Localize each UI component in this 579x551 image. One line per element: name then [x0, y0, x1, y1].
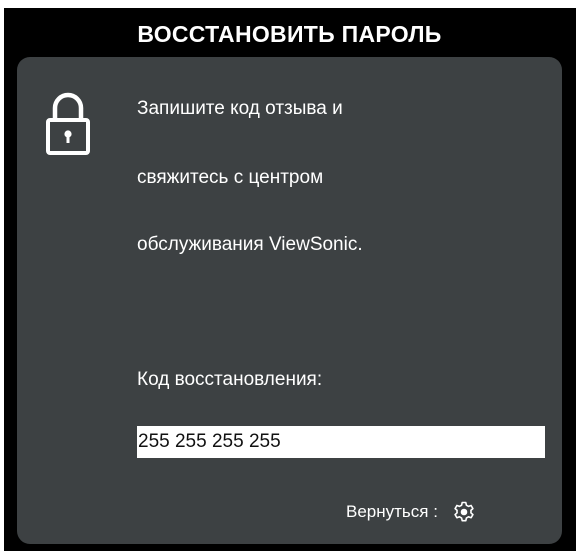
recovery-code-label: Код восстановления: [137, 369, 323, 390]
dialog-title: ВОССТАНОВИТЬ ПАРОЛЬ [137, 21, 442, 47]
gear-icon [454, 501, 474, 522]
lock-icon [46, 92, 90, 155]
dialog-panel [17, 57, 562, 544]
screen: ВОССТАНОВИТЬ ПАРОЛЬ Запишите код отзыва … [0, 0, 579, 551]
message-line-2: свяжитесь с центром [137, 167, 324, 188]
message-line-1: Запишите код отзыва и [137, 98, 343, 119]
back-label: Вернуться : [346, 502, 438, 521]
recovery-code-field: 255 255 255 255 [137, 426, 545, 458]
back-button[interactable]: Вернуться : [346, 499, 476, 525]
message-line-3: обслуживания ViewSonic. [137, 234, 363, 255]
